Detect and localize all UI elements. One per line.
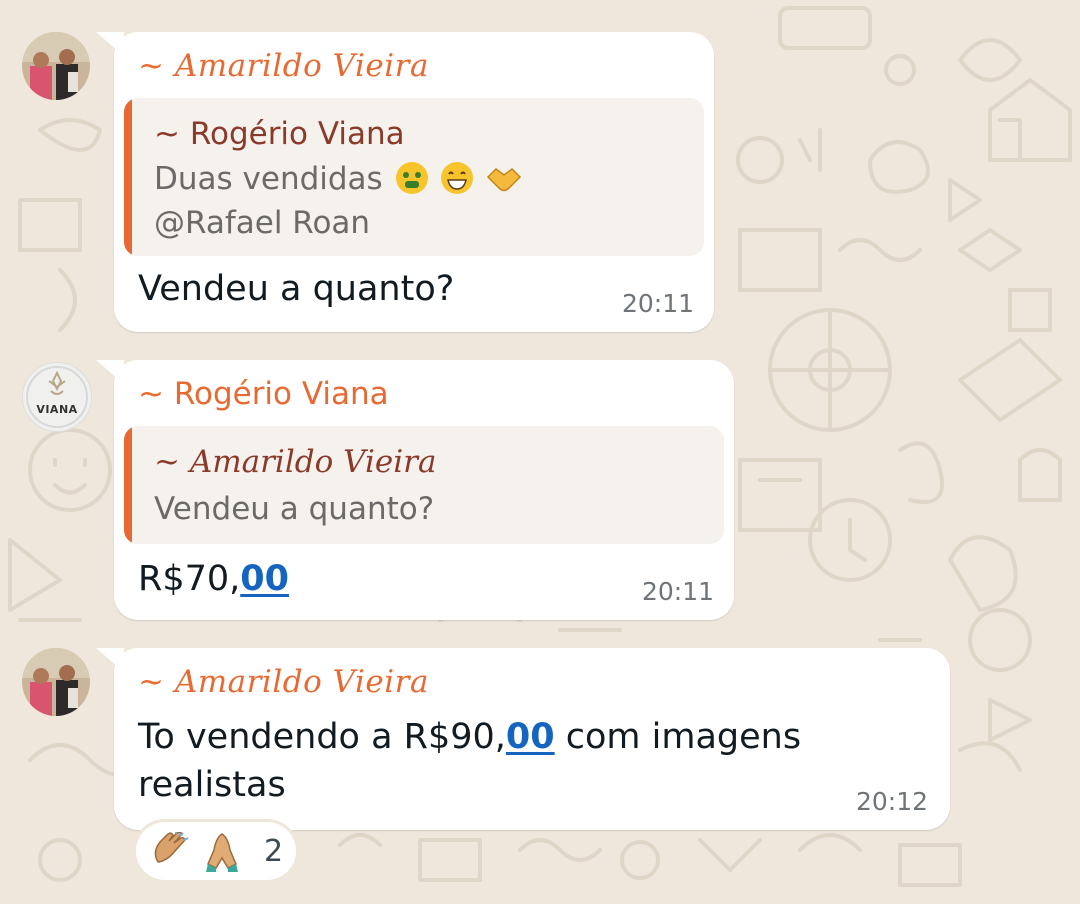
- quoted-sender-name: ~ Amarildo Vieira: [154, 444, 437, 480]
- message-sender-name[interactable]: ~ Amarildo Vieira: [138, 48, 429, 84]
- avatar-label: VIANA: [36, 403, 78, 416]
- message-text-line2: realistas: [138, 765, 286, 805]
- reactions-pill[interactable]: 2: [136, 822, 296, 880]
- sender-avatar[interactable]: [22, 648, 90, 716]
- message-text-prefix: R$70,: [138, 559, 241, 599]
- sender-avatar[interactable]: [22, 32, 90, 100]
- reaction-count: 2: [264, 834, 284, 869]
- money-mouth-face-icon: [395, 161, 429, 206]
- quoted-mention: @Rafael Roan: [154, 205, 371, 241]
- message-time: 20:11: [641, 577, 714, 606]
- handshake-icon: [486, 161, 522, 206]
- bubble-tail: [96, 360, 124, 384]
- clapping-hands-icon: [150, 831, 190, 874]
- message-text: Vendeu a quanto?: [138, 269, 455, 309]
- grinning-face-icon: [440, 161, 474, 206]
- quote-accent-bar: [124, 98, 132, 256]
- quoted-message[interactable]: ~ Rogério Viana Duas vendidas @Rafael Ro…: [124, 98, 704, 256]
- message-sender-name[interactable]: ~ Amarildo Vieira: [138, 664, 429, 700]
- phone-number-link[interactable]: 00: [240, 559, 289, 599]
- bubble-tail: [96, 648, 124, 672]
- quoted-text: Vendeu a quanto?: [154, 491, 435, 527]
- message-bubble[interactable]: ~ Rogério Viana ~ Amarildo Vieira Vendeu…: [96, 360, 734, 620]
- message-sender-name[interactable]: ~ Rogério Viana: [138, 376, 389, 412]
- quoted-sender-name: ~ Rogério Viana: [154, 116, 405, 152]
- message-bubble[interactable]: ~ Amarildo Vieira To vendendo a R$90,00 …: [96, 648, 950, 830]
- message-time: 20:12: [855, 787, 928, 816]
- couple-photo-avatar: [22, 32, 90, 100]
- message-text-prefix: To vendendo a R$90,: [138, 717, 506, 757]
- message-time: 20:11: [621, 289, 694, 318]
- bubble-tail: [96, 32, 124, 56]
- sender-avatar[interactable]: VIANA: [22, 362, 92, 432]
- message-text: To vendendo a R$90,00 com imagens: [138, 714, 801, 760]
- message-text-suffix: com imagens: [554, 717, 802, 757]
- quoted-message[interactable]: ~ Amarildo Vieira Vendeu a quanto?: [124, 426, 724, 544]
- message-text: R$70,00: [138, 556, 289, 602]
- quote-accent-bar: [124, 426, 132, 544]
- couple-photo-avatar: [22, 648, 90, 716]
- message-bubble[interactable]: ~ Amarildo Vieira ~ Rogério Viana Duas v…: [96, 32, 714, 332]
- viana-logo-avatar: [23, 363, 91, 431]
- quoted-text: Duas vendidas: [154, 161, 383, 197]
- folded-hands-icon: [204, 830, 240, 876]
- phone-number-link[interactable]: 00: [506, 717, 555, 757]
- quoted-text-line: Duas vendidas: [154, 158, 522, 206]
